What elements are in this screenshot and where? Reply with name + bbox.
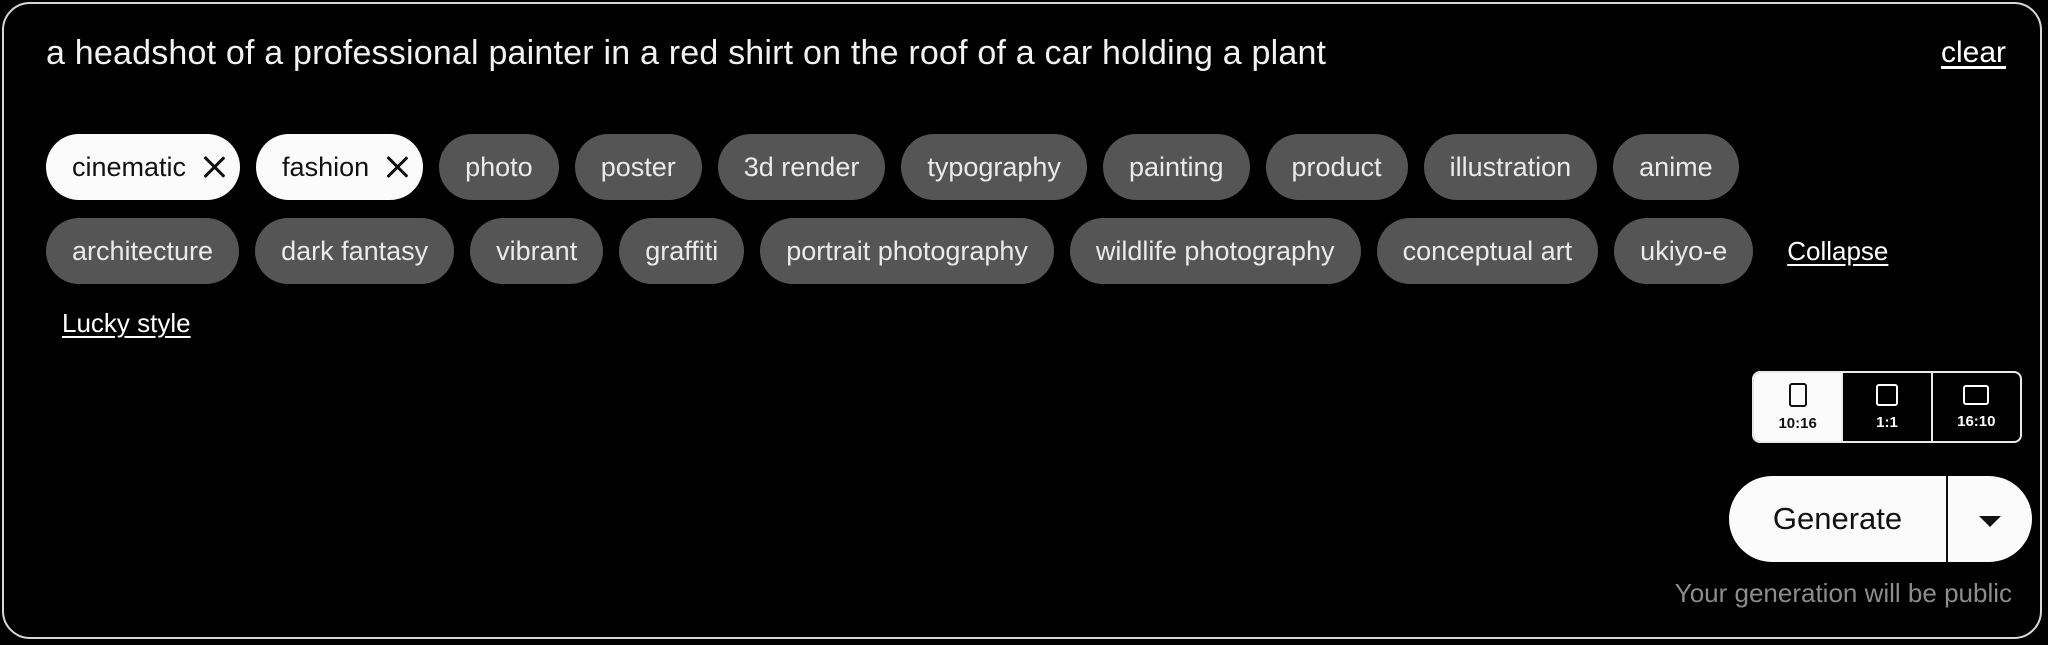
generate-button-group: Generate xyxy=(1729,476,2032,562)
generate-button[interactable]: Generate xyxy=(1729,476,1946,562)
close-icon[interactable] xyxy=(385,155,409,179)
style-chip-portrait-photography[interactable]: portrait photography xyxy=(760,218,1054,284)
square-ratio-icon xyxy=(1875,383,1898,406)
style-chip-wildlife-photography[interactable]: wildlife photography xyxy=(1069,218,1361,284)
style-chip-graffiti[interactable]: graffiti xyxy=(619,218,745,284)
aspect-ratio-16-10[interactable]: 16:10 xyxy=(1930,373,2020,441)
public-notice: Your generation will be public xyxy=(1674,578,2012,608)
style-chip-product[interactable]: product xyxy=(1265,134,1408,200)
style-chip-conceptual-art[interactable]: conceptual art xyxy=(1376,218,1599,284)
clear-button[interactable]: clear xyxy=(1941,36,2006,70)
style-chip-poster[interactable]: poster xyxy=(574,134,702,200)
aspect-ratio-1-1[interactable]: 1:1 xyxy=(1841,373,1930,441)
style-chip-fashion[interactable]: fashion xyxy=(256,134,424,200)
style-chip-architecture[interactable]: architecture xyxy=(46,218,240,284)
aspect-ratio-label: 1:1 xyxy=(1876,413,1898,431)
aspect-ratio-label: 10:16 xyxy=(1778,414,1817,432)
portrait-ratio-icon xyxy=(1788,382,1807,407)
landscape-ratio-icon xyxy=(1963,384,1990,405)
aspect-ratio-10-16[interactable]: 10:16 xyxy=(1754,373,1842,441)
style-chip-vibrant[interactable]: vibrant xyxy=(470,218,604,284)
style-chip-dark-fantasy[interactable]: dark fantasy xyxy=(255,218,455,284)
style-chip-cinematic[interactable]: cinematic xyxy=(46,134,241,200)
style-chips-row-1: cinematic fashion photo poster 3d render… xyxy=(46,134,1739,200)
generate-options-button[interactable] xyxy=(1948,476,2032,562)
style-chip-photo[interactable]: photo xyxy=(439,134,559,200)
style-chip-ukiyo-e[interactable]: ukiyo-e xyxy=(1614,218,1754,284)
close-icon[interactable] xyxy=(202,155,226,179)
style-chip-illustration[interactable]: illustration xyxy=(1423,134,1598,200)
prompt-panel: a headshot of a professional painter in … xyxy=(2,2,2042,639)
aspect-ratio-selector: 10:16 1:1 16:10 xyxy=(1752,371,2022,443)
lucky-style-link[interactable]: Lucky style xyxy=(62,308,191,339)
style-chip-label: fashion xyxy=(282,151,370,182)
prompt-text[interactable]: a headshot of a professional painter in … xyxy=(46,34,1326,73)
collapse-link[interactable]: Collapse xyxy=(1787,236,1888,267)
style-chip-painting[interactable]: painting xyxy=(1102,134,1250,200)
style-chip-label: cinematic xyxy=(72,151,187,182)
aspect-ratio-label: 16:10 xyxy=(1957,412,1996,430)
style-chip-typography[interactable]: typography xyxy=(901,134,1087,200)
style-chip-3d-render[interactable]: 3d render xyxy=(717,134,886,200)
caret-down-icon xyxy=(1979,515,2001,527)
style-chips-row-2: architecture dark fantasy vibrant graffi… xyxy=(46,218,1888,284)
style-chip-anime[interactable]: anime xyxy=(1613,134,1739,200)
